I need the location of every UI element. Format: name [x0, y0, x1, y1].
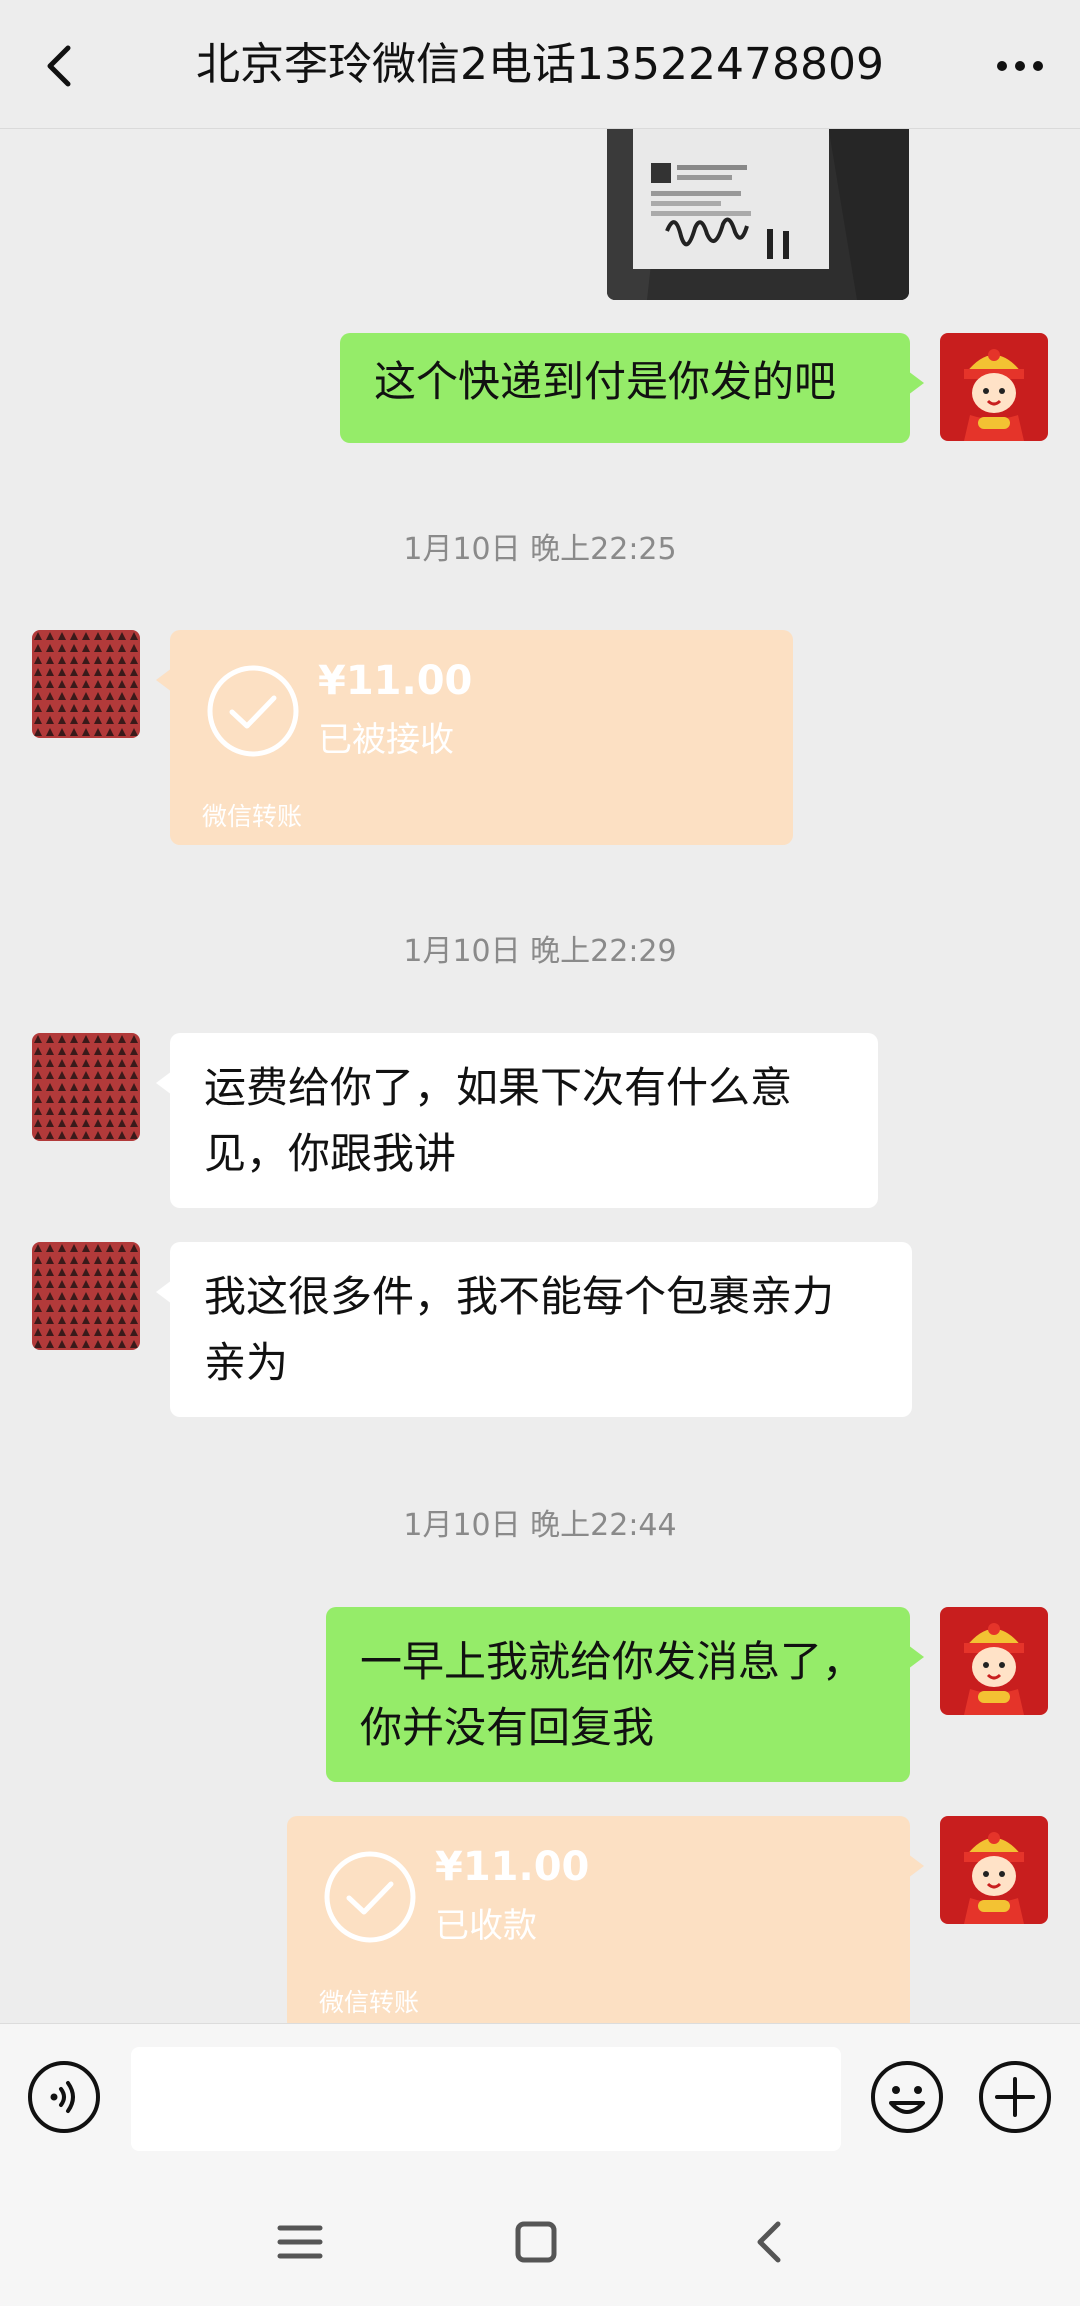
contact-avatar[interactable]: [32, 630, 140, 738]
message-text-line: 亲为: [204, 1338, 289, 1387]
check-circle-icon: [207, 665, 299, 757]
message-text-line: 运费给你了，如果下次有什么意: [204, 1063, 793, 1112]
message-list[interactable]: 这个快递到付是你发的吧 1月10日 晚上22:25 ¥11.00 已被接收 微信…: [0, 129, 1080, 2023]
transfer-label: 微信转账: [202, 802, 303, 831]
back-triangle-icon: [757, 2221, 781, 2263]
contact-avatar-pattern-icon: [32, 1033, 140, 1141]
emoji-icon: [871, 2061, 943, 2133]
transfer-label: 微信转账: [319, 1988, 420, 2017]
transfer-card[interactable]: ¥11.00 已被接收 微信转账: [156, 630, 793, 845]
parcel-photo: [607, 129, 909, 300]
more-button[interactable]: [980, 30, 1060, 100]
voice-icon: [28, 2061, 100, 2133]
check-circle-icon: [324, 1851, 416, 1943]
recent-apps-button[interactable]: [268, 2210, 332, 2274]
timestamp: 1月10日 晚上22:25: [403, 532, 677, 567]
chat-title: 北京李玲微信2电话13522478809: [196, 39, 884, 90]
back-button[interactable]: [30, 30, 90, 100]
contact-avatar-pattern-icon: [32, 630, 140, 738]
chevron-left-icon: [47, 45, 71, 87]
system-nav-bar: [0, 2176, 1080, 2306]
transfer-amount: ¥11.00: [318, 658, 473, 704]
emoji-button[interactable]: [869, 2059, 945, 2135]
contact-avatar-pattern-icon: [32, 1242, 140, 1350]
more-functions-button[interactable]: [977, 2059, 1053, 2135]
voice-button[interactable]: [26, 2059, 102, 2135]
menu-icon: [277, 2225, 323, 2259]
plus-circle-icon: [979, 2061, 1051, 2133]
input-bar: [0, 2023, 1080, 2176]
timestamp: 1月10日 晚上22:44: [403, 1508, 677, 1543]
chat-header: 北京李玲微信2电话13522478809: [0, 0, 1080, 129]
message-text: 这个快递到付是你发的吧: [374, 357, 837, 406]
my-avatar[interactable]: [940, 1816, 1048, 1924]
timestamp: 1月10日 晚上22:29: [403, 934, 677, 969]
contact-avatar[interactable]: [32, 1033, 140, 1141]
transfer-card[interactable]: ¥11.00 已收款 微信转账: [287, 1816, 924, 2023]
system-back-button[interactable]: [738, 2210, 802, 2274]
more-horizontal-icon: [997, 61, 1043, 71]
my-avatar[interactable]: [940, 1607, 1048, 1715]
transfer-amount: ¥11.00: [435, 1844, 590, 1890]
message-text-line: 见，你跟我讲: [204, 1129, 457, 1178]
god-of-wealth-avatar-icon: [940, 1607, 1048, 1715]
contact-avatar[interactable]: [32, 1242, 140, 1350]
contact-message-bubble[interactable]: 运费给你了，如果下次有什么意 见，你跟我讲: [156, 1033, 878, 1208]
transfer-status: 已收款: [435, 1906, 537, 1946]
god-of-wealth-avatar-icon: [940, 333, 1048, 441]
my-message-bubble[interactable]: 一早上我就给你发消息了， 你并没有回复我: [326, 1607, 924, 1782]
transfer-status: 已被接收: [318, 720, 454, 760]
message-text-line: 你并没有回复我: [360, 1703, 655, 1752]
god-of-wealth-avatar-icon: [940, 1816, 1048, 1924]
my-message-bubble[interactable]: 这个快递到付是你发的吧: [340, 333, 924, 443]
message-text-line: 一早上我就给你发消息了，: [360, 1637, 865, 1686]
message-input[interactable]: [131, 2047, 841, 2151]
image-message[interactable]: [607, 129, 909, 300]
home-button[interactable]: [504, 2210, 568, 2274]
home-square-icon: [515, 2221, 557, 2263]
my-avatar[interactable]: [940, 333, 1048, 441]
message-text-line: 我这很多件，我不能每个包裹亲力: [204, 1272, 835, 1321]
contact-message-bubble[interactable]: 我这很多件，我不能每个包裹亲力 亲为: [156, 1242, 912, 1417]
